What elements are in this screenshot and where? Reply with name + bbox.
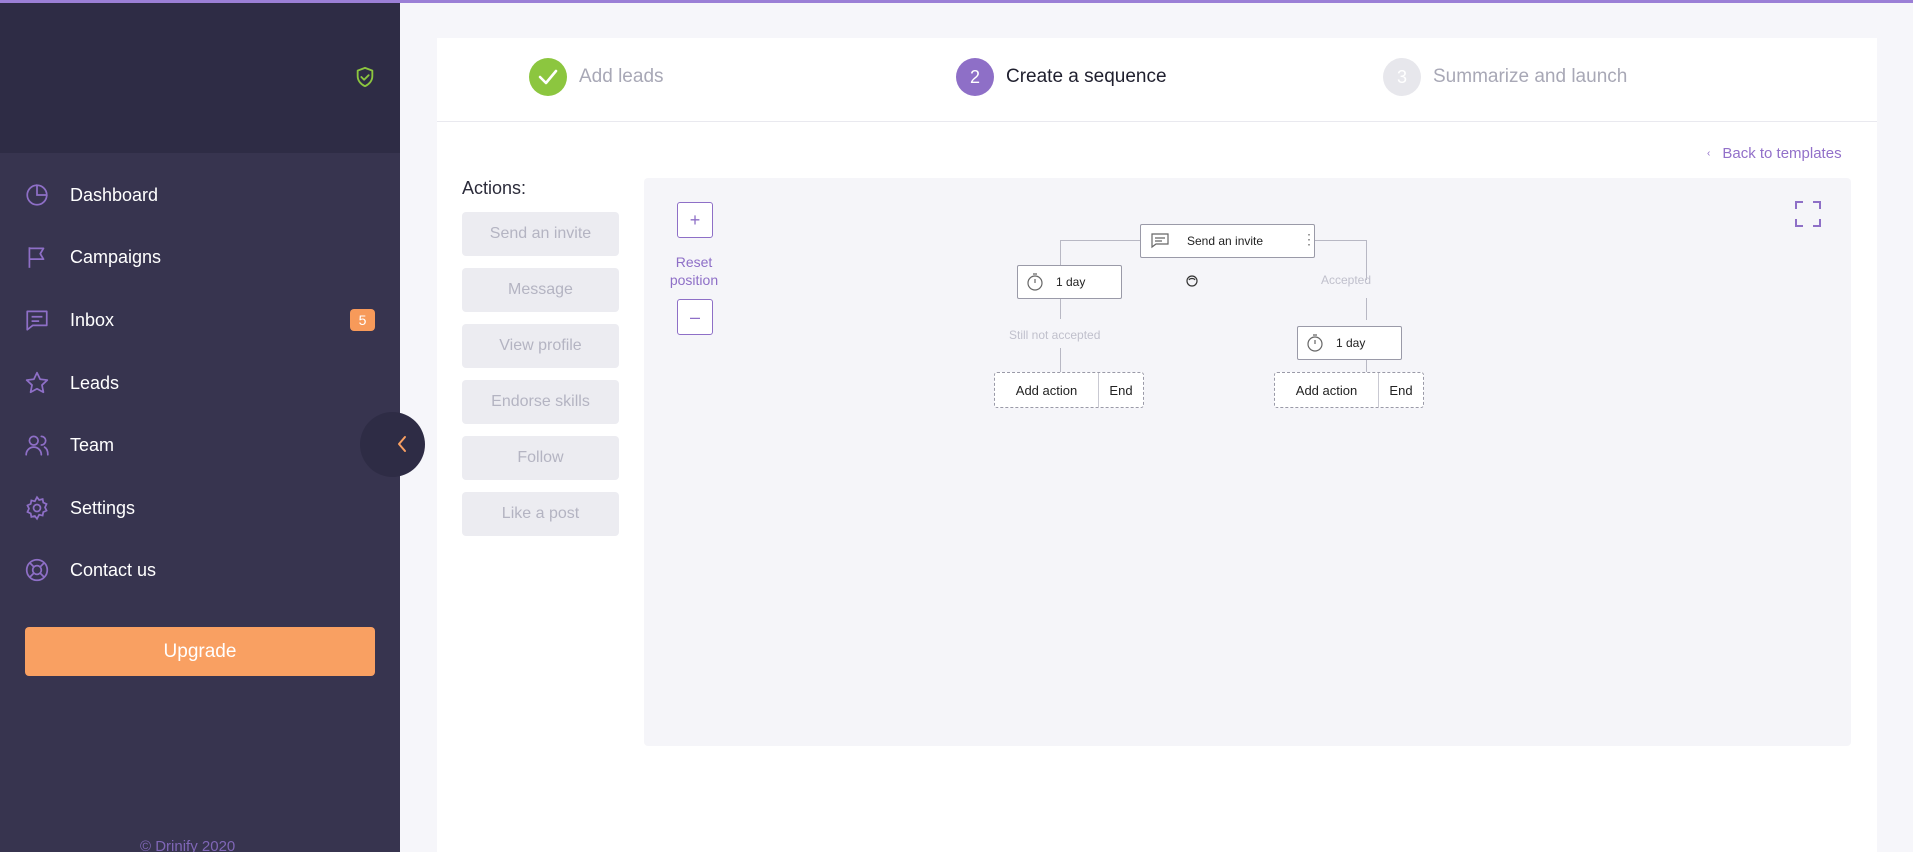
step-label: Summarize and launch [1433,66,1628,87]
timer-icon [1027,273,1043,291]
sequence-node-send-invite[interactable]: Send an invite ⋮ [1140,224,1316,258]
sidebar-item-label: Contact us [70,559,157,580]
action-send-invite-button[interactable]: Send an invite [462,212,619,256]
back-link-label: Back to templates [1722,145,1842,162]
message-icon [26,310,48,331]
sidebar-collapse-button[interactable] [360,412,425,477]
sidebar-item-inbox[interactable]: Inbox 5 [0,295,400,345]
connector-line [1060,240,1061,265]
zoom-in-button[interactable]: + [677,202,713,238]
step-number: 2 [956,58,994,96]
step-create-sequence[interactable]: 2 Create a sequence [956,58,1167,96]
end-button[interactable]: End [1379,373,1423,407]
sidebar-item-label: Team [70,434,115,455]
delay-label: 1 day [1056,275,1086,289]
actions-title: Actions: [462,178,527,198]
check-icon [538,69,558,85]
action-endorse-skills-button[interactable]: Endorse skills [462,380,619,424]
step-label: Create a sequence [1006,66,1167,87]
copyright-text: © Drinify 2020 [140,838,236,852]
sidebar-item-dashboard[interactable]: Dashboard [0,170,400,220]
step-label: Add leads [579,66,664,87]
connector-line [1315,240,1366,241]
shield-check-icon [356,66,374,88]
sidebar-item-label: Inbox [70,309,115,330]
timer-icon [1307,334,1323,352]
step-add-leads[interactable]: Add leads [529,58,664,96]
team-icon [25,435,49,456]
add-action-button[interactable]: Add action [995,373,1099,407]
sidebar-item-label: Campaigns [70,246,162,267]
end-button[interactable]: End [1099,373,1143,407]
wizard-steps: Add leads 2 Create a sequence 3 Summariz… [437,38,1877,122]
connector-line [1366,298,1367,320]
upgrade-button[interactable]: Upgrade [25,627,375,676]
top-accent-bar [0,0,1913,3]
action-follow-button[interactable]: Follow [462,436,619,480]
sidebar-item-label: Dashboard [70,184,159,205]
connector-line [1060,348,1061,372]
step-summarize-launch[interactable]: 3 Summarize and launch [1383,58,1627,96]
connector-line [1366,360,1367,372]
gear-icon [26,495,48,521]
sidebar-item-settings[interactable]: Settings [0,483,400,533]
star-icon [25,371,49,394]
chevron-left-icon [398,436,406,452]
pie-chart-icon [26,184,48,206]
sequence-node-delay-left[interactable]: 1 day [1017,265,1122,299]
zoom-out-button[interactable]: – [677,299,713,335]
more-vertical-icon[interactable]: ⋮ [1302,231,1316,248]
action-message-button[interactable]: Message [462,268,619,312]
message-icon [1151,233,1169,249]
step-done-badge [529,58,567,96]
node-label: Send an invite [1187,234,1264,248]
sequence-canvas[interactable]: + Reset position – Send an invite ⋮ 1 da… [644,178,1851,746]
sidebar-header [0,0,400,153]
action-view-profile-button[interactable]: View profile [462,324,619,368]
branch-label-accepted: Accepted [1321,273,1372,287]
sidebar-item-contact-us[interactable]: Contact us [0,545,400,595]
sidebar-item-label: Settings [70,497,136,518]
add-action-group-left: Add action End [994,372,1144,408]
lifebuoy-icon [25,558,49,582]
flag-icon [28,247,45,268]
sidebar-item-label: Leads [70,372,120,393]
fullscreen-icon[interactable] [1794,200,1822,228]
sidebar-item-leads[interactable]: Leads [0,358,400,408]
main-panel: Add leads 2 Create a sequence 3 Summariz… [437,38,1877,852]
sidebar-item-team[interactable]: Team [0,420,400,470]
delay-label: 1 day [1336,336,1366,350]
connector-line [1060,240,1140,241]
sidebar: Dashboard Campaigns Inbox 5 Leads Team S… [0,0,400,852]
step-number: 3 [1383,58,1421,96]
sidebar-item-campaigns[interactable]: Campaigns [0,232,400,282]
grab-cursor-icon [1186,275,1198,287]
action-like-post-button[interactable]: Like a post [462,492,619,536]
add-action-button[interactable]: Add action [1275,373,1379,407]
branch-label-not-accepted: Still not accepted [1009,328,1101,342]
connector-line [1060,299,1061,319]
sequence-node-delay-right[interactable]: 1 day [1297,326,1402,360]
chevron-left-icon: ‹ [1707,148,1711,159]
back-to-templates-link[interactable]: ‹ Back to templates [1707,145,1842,162]
add-action-group-right: Add action End [1274,372,1424,408]
inbox-count-badge: 5 [350,309,375,331]
reset-position-button[interactable]: Reset position [654,253,734,289]
